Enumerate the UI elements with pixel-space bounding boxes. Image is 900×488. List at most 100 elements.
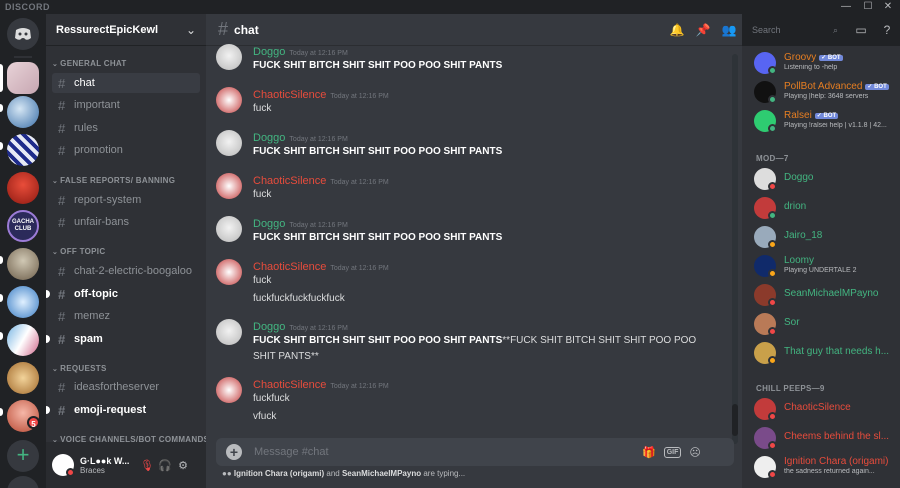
scrollbar-track[interactable] <box>732 54 738 444</box>
server-icon[interactable] <box>7 248 39 280</box>
message-text: fuck <box>253 189 272 200</box>
channel-unfair-bans[interactable]: # unfair-bans <box>52 212 200 232</box>
message-author[interactable]: Doggo <box>253 321 285 333</box>
member-name: Sor <box>784 317 800 328</box>
bell-icon[interactable]: 🔔 <box>664 23 690 37</box>
message-author[interactable]: Doggo <box>253 218 285 230</box>
avatar[interactable] <box>216 319 242 345</box>
server-icon[interactable] <box>7 324 39 356</box>
server-icon[interactable] <box>7 96 39 128</box>
mute-icon[interactable]: 🎙 <box>138 459 156 472</box>
channel-chat[interactable]: # chat <box>52 73 200 93</box>
avatar[interactable] <box>216 87 242 113</box>
message-author[interactable]: Doggo <box>253 46 285 58</box>
channel-spam[interactable]: # spam <box>46 329 200 349</box>
header-toolbar: 🔔 📌 👥 Search ⌕ ▭ ? <box>664 14 900 46</box>
member[interactable]: Doggo <box>754 168 898 196</box>
channel-important[interactable]: # important <box>52 95 200 115</box>
channel-ideas[interactable]: # ideasfortheserver <box>52 377 200 397</box>
member[interactable]: PollBot Advanced ✓ BOT Playing |help: 364… <box>754 81 898 109</box>
member[interactable]: Ralsei ✓ BOT Playing !ralsei help | v1.1.… <box>754 110 898 138</box>
channel-label: off-topic <box>74 288 118 300</box>
help-icon[interactable]: ? <box>874 23 900 37</box>
avatar[interactable] <box>216 44 242 70</box>
message-author[interactable]: ChaoticSilence <box>253 175 326 187</box>
pin-icon[interactable]: 📌 <box>690 23 716 37</box>
search-input[interactable]: Search ⌕ <box>748 21 842 39</box>
member[interactable]: Loomy Playing UNDERTALE 2 <box>754 255 898 283</box>
server-icon[interactable] <box>7 172 39 204</box>
channel-chat-2[interactable]: # chat-2-electric-boogaloo <box>52 261 200 281</box>
avatar[interactable] <box>216 130 242 156</box>
message-author[interactable]: ChaoticSilence <box>253 261 326 273</box>
category-general[interactable]: ⌄ GENERAL CHAT <box>52 59 127 68</box>
unread-dot <box>46 335 50 343</box>
typing-suffix: are typing... <box>423 469 466 478</box>
avatar[interactable] <box>52 454 75 477</box>
message-input[interactable] <box>254 446 634 458</box>
member[interactable]: Groovy ✓ BOT Listening to -help <box>754 52 898 80</box>
unread-dot <box>46 406 50 414</box>
minimize-button[interactable]: — <box>836 0 856 14</box>
inbox-icon[interactable]: ▭ <box>848 23 874 37</box>
gif-button[interactable]: GIF <box>663 446 682 458</box>
category-requests[interactable]: ⌄ REQUESTS <box>52 364 107 373</box>
gear-icon[interactable]: ⚙ <box>174 459 192 472</box>
headphones-icon[interactable]: 🎧 <box>156 459 174 472</box>
message-text: fuck <box>253 103 272 114</box>
message-author[interactable]: ChaoticSilence <box>253 89 326 101</box>
avatar[interactable] <box>216 377 242 403</box>
channel-promotion[interactable]: # promotion <box>52 140 200 160</box>
category-off-topic[interactable]: ⌄ OFF TOPIC <box>52 247 105 256</box>
member[interactable]: drion <box>754 197 898 225</box>
member[interactable]: Jairo_18 <box>754 226 898 254</box>
maximize-button[interactable]: ☐ <box>858 0 878 14</box>
member[interactable]: Ignition Chara (origami) the sadness ret… <box>754 456 898 484</box>
member[interactable]: Sor <box>754 313 898 341</box>
avatar[interactable] <box>216 216 242 242</box>
hash-icon: # <box>58 120 66 136</box>
member[interactable]: Cheems behind the sl... <box>754 427 898 455</box>
channel-label: rules <box>74 122 98 134</box>
category-false-reports[interactable]: ⌄ FALSE REPORTS/ BANNING <box>52 176 175 185</box>
members-icon[interactable]: 👥 <box>716 23 742 37</box>
message-composer: + 🎁 GIF ☹ <box>216 438 734 466</box>
member[interactable]: ChaoticSilence <box>754 398 898 426</box>
avatar[interactable] <box>216 173 242 199</box>
add-server-button[interactable]: + <box>7 440 39 472</box>
guild-header[interactable]: RessurectEpicKewl ⌄ <box>46 14 206 46</box>
gift-icon[interactable]: 🎁 <box>642 446 656 459</box>
avatar[interactable] <box>216 259 242 285</box>
hash-icon: # <box>58 379 66 395</box>
message-author[interactable]: Doggo <box>253 132 285 144</box>
home-button[interactable] <box>7 18 39 50</box>
channel-off-topic[interactable]: # off-topic <box>46 284 200 304</box>
typing-user-2: SeanMichaelMPayno <box>341 469 422 478</box>
channel-label: promotion <box>74 144 123 156</box>
message-author[interactable]: ChaoticSilence <box>253 379 326 391</box>
close-button[interactable]: ✕ <box>878 0 898 14</box>
upload-plus-icon[interactable]: + <box>226 444 242 460</box>
chevron-down-icon: ⌄ <box>52 249 59 256</box>
member[interactable]: SeanMichaelMPayno <box>754 284 898 312</box>
emoji-icon[interactable]: ☹ <box>689 446 700 459</box>
server-icon[interactable] <box>7 286 39 318</box>
server-icon[interactable] <box>7 134 39 166</box>
server-current[interactable] <box>7 62 39 94</box>
message-text-bold: FUCK SHIT BITCH SHIT SHIT POO POO SHIT P… <box>253 335 503 346</box>
server-icon[interactable] <box>7 362 39 394</box>
user-info[interactable]: G·L●●k W... Braces <box>74 456 138 475</box>
channel-report-system[interactable]: # report-system <box>52 190 200 210</box>
scrollbar-thumb[interactable] <box>732 404 738 436</box>
message-text: FUCK SHIT BITCH SHIT SHIT POO POO SHIT P… <box>253 333 736 349</box>
channel-rules[interactable]: # rules <box>52 118 200 138</box>
channel-memez[interactable]: # memez <box>52 306 200 326</box>
member-activity: Listening to -help <box>784 64 838 71</box>
member[interactable]: That guy that needs h... <box>754 342 898 370</box>
server-gacha-club[interactable]: GACHA CLUB <box>7 210 39 242</box>
hash-icon: # <box>58 75 66 91</box>
message-text: vfuck <box>253 411 277 422</box>
explore-servers-button[interactable] <box>7 476 39 488</box>
member-name: SeanMichaelMPayno <box>784 288 879 299</box>
channel-emoji-request[interactable]: # emoji-request <box>46 400 200 420</box>
